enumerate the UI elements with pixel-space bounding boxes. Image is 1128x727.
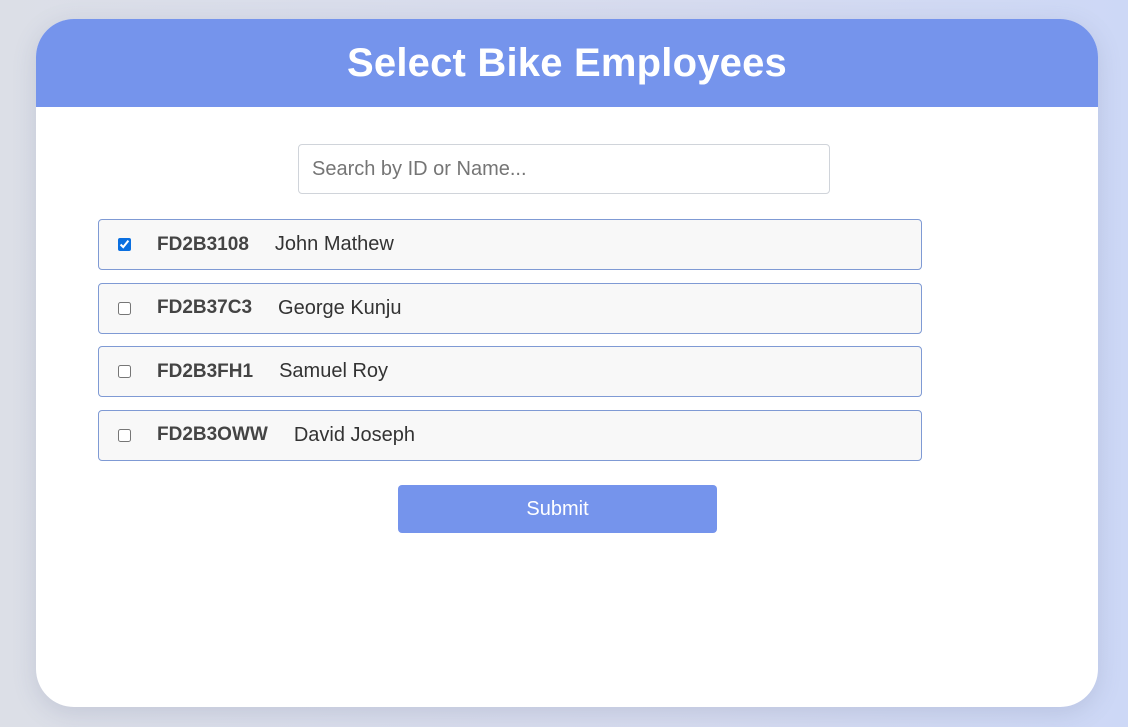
employee-checkbox[interactable] bbox=[118, 238, 131, 251]
employee-name: John Mathew bbox=[274, 233, 394, 255]
employee-row[interactable]: FD2B3108 John Mathew bbox=[98, 219, 922, 270]
employee-list: FD2B3108 John Mathew FD2B37C3 George Kun… bbox=[98, 219, 922, 473]
card-header: Select Bike Employees bbox=[36, 19, 1098, 107]
employee-row[interactable]: FD2B3FH1 Samuel Roy bbox=[98, 346, 922, 397]
employee-selection-card: Select Bike Employees FD2B3108 John Math… bbox=[36, 19, 1098, 707]
page-title: Select Bike Employees bbox=[347, 40, 787, 85]
employee-name: Samuel Roy bbox=[279, 360, 389, 382]
employee-checkbox[interactable] bbox=[118, 428, 131, 442]
search-input[interactable] bbox=[298, 144, 830, 194]
employee-name: George Kunju bbox=[278, 296, 402, 319]
employee-id: FD2B3OWW bbox=[157, 424, 268, 445]
submit-button[interactable]: Submit bbox=[398, 485, 717, 533]
employee-row[interactable]: FD2B3OWW David Joseph bbox=[98, 409, 922, 461]
employee-id: FD2B3FH1 bbox=[157, 360, 254, 382]
search-container bbox=[298, 144, 830, 194]
employee-id: FD2B37C3 bbox=[157, 297, 253, 318]
employee-id: FD2B3108 bbox=[157, 233, 249, 255]
employee-row[interactable]: FD2B37C3 George Kunju bbox=[98, 282, 922, 334]
employee-checkbox[interactable] bbox=[118, 365, 131, 378]
employee-checkbox[interactable] bbox=[118, 301, 131, 315]
employee-name: David Joseph bbox=[293, 423, 416, 446]
